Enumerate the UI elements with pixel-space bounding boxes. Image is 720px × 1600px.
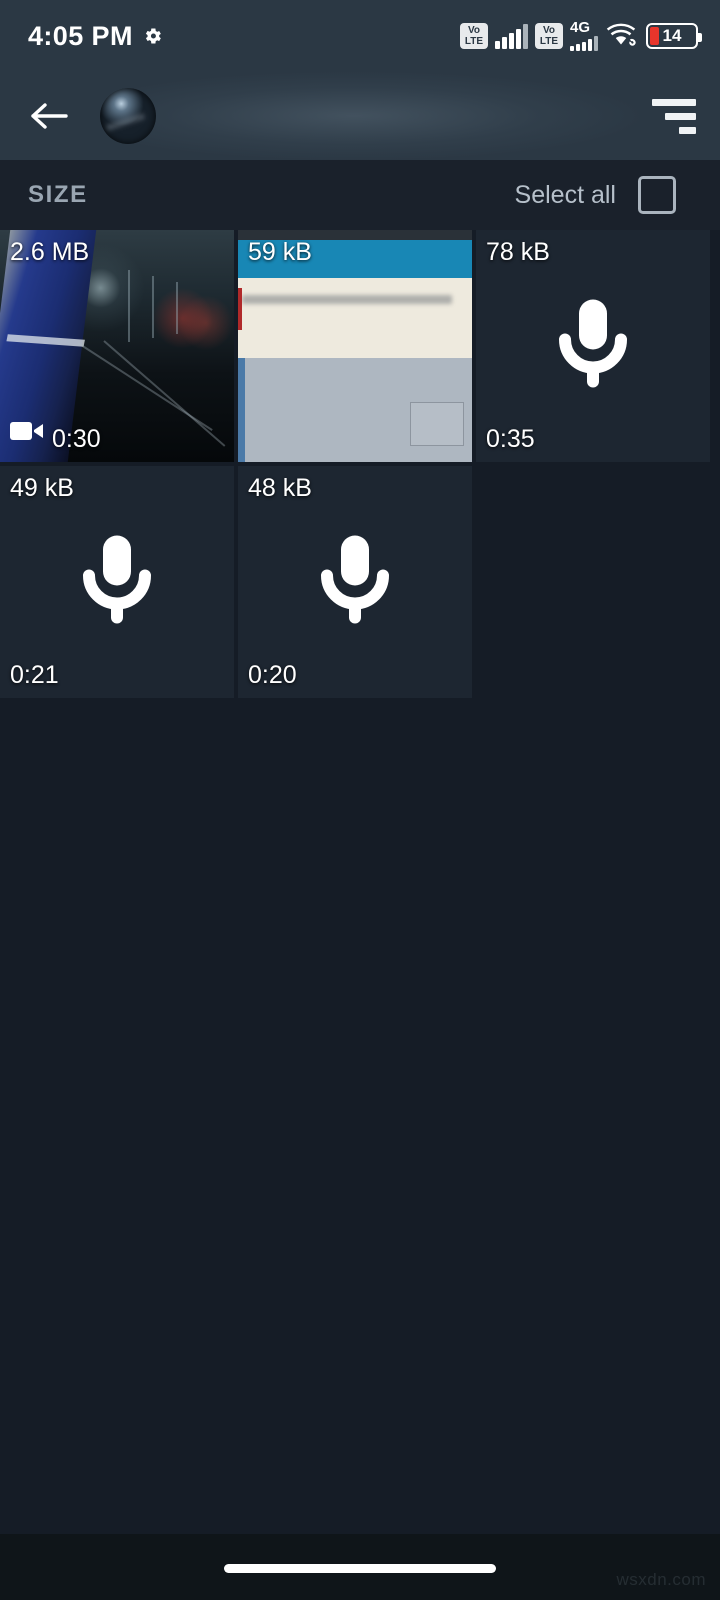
status-bar-left: 4:05 PM	[28, 21, 163, 52]
media-tile-video[interactable]: 2.6 MB 0:30	[0, 230, 234, 462]
clock: 4:05 PM	[28, 20, 133, 51]
select-all-label: Select all	[514, 180, 616, 209]
file-size: 59 kB	[248, 238, 312, 266]
volte-line2: LTE	[464, 36, 484, 47]
watermark: wsxdn.com	[616, 1570, 706, 1589]
signal-bars-sim1-icon	[495, 23, 528, 49]
navigation-bar: wsxdn.com	[0, 1534, 720, 1600]
wifi-icon	[605, 23, 639, 49]
section-title: SIZE	[28, 181, 88, 208]
volte-sim1-icon: Vo LTE	[460, 23, 488, 49]
back-arrow-icon[interactable]	[26, 93, 72, 139]
avatar[interactable]	[100, 88, 156, 144]
file-size: 78 kB	[486, 238, 550, 266]
media-tile-audio[interactable]: 48 kB 0:20	[238, 466, 472, 698]
volte-sim2-icon: Vo LTE	[535, 23, 563, 49]
media-duration: 0:35	[486, 425, 535, 453]
status-bar: 4:05 PM Vo LTE Vo LTE 4G 14	[0, 0, 720, 72]
file-size: 2.6 MB	[10, 238, 90, 266]
media-tile-audio[interactable]: 78 kB 0:35	[476, 230, 710, 462]
media-duration: 0:30	[52, 425, 101, 453]
size-section-header: SIZE Select all	[0, 160, 720, 387]
file-size: 49 kB	[10, 474, 74, 502]
microphone-icon	[71, 528, 163, 637]
media-duration: 0:21	[10, 661, 59, 689]
battery-icon: 14	[646, 23, 702, 49]
status-bar-right: Vo LTE Vo LTE 4G 14	[460, 19, 702, 51]
home-gesture-pill[interactable]	[224, 1564, 496, 1573]
select-all-checkbox[interactable]	[638, 176, 676, 214]
app-toolbar	[0, 72, 720, 160]
volte-line2: LTE	[539, 36, 559, 47]
network-type-label: 4G	[570, 19, 591, 36]
media-tile-image[interactable]: 59 kB	[238, 230, 472, 462]
microphone-icon	[547, 292, 639, 401]
battery-percent: 14	[662, 26, 682, 45]
gear-icon	[143, 26, 163, 46]
file-size: 48 kB	[248, 474, 312, 502]
video-camera-icon	[10, 419, 44, 448]
microphone-icon	[309, 528, 401, 637]
sort-icon[interactable]	[650, 96, 696, 136]
volte-line1: Vo	[467, 25, 481, 36]
select-all-button[interactable]: Select all	[497, 165, 690, 225]
media-grid: 2.6 MB 0:30 59 kB 78 kB 0:35 49 kB 0:21 …	[0, 230, 720, 698]
volte-line1: Vo	[542, 25, 556, 36]
media-duration: 0:20	[248, 661, 297, 689]
signal-bars-sim2-icon: 4G	[570, 19, 598, 51]
media-tile-audio[interactable]: 49 kB 0:21	[0, 466, 234, 698]
empty-area	[0, 704, 720, 1600]
